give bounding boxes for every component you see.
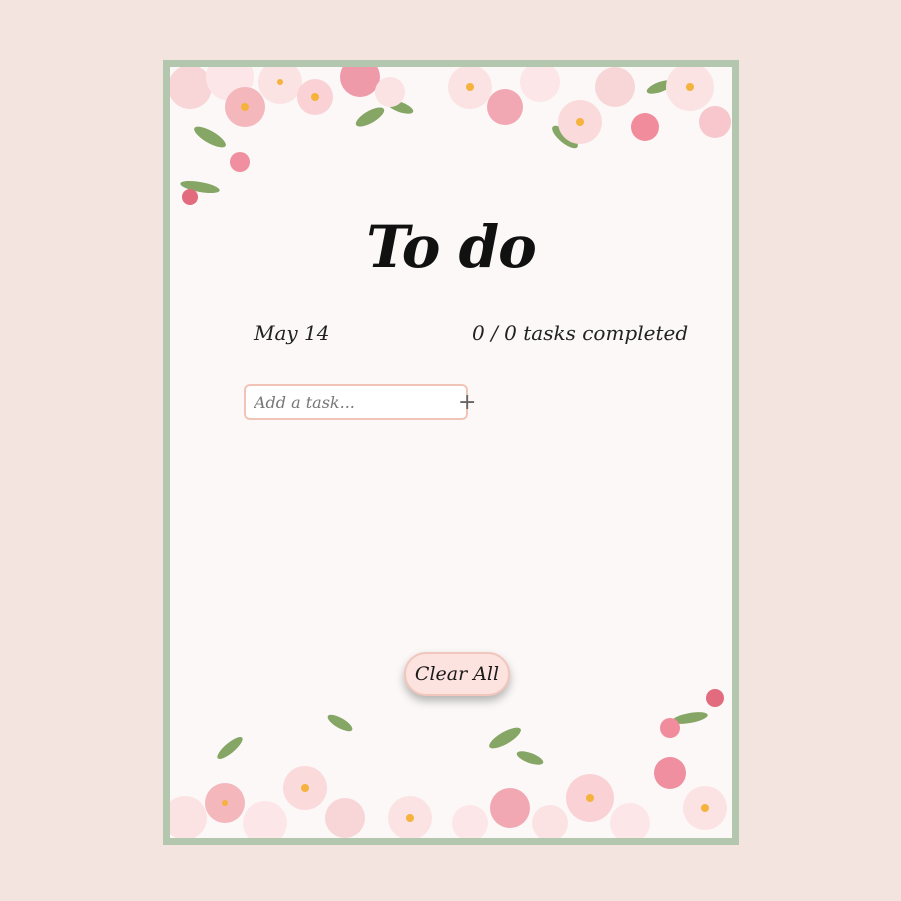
- todo-card: To do May 14 0 / 0 tasks completed + Cle…: [163, 60, 739, 845]
- current-date: May 14: [254, 321, 330, 345]
- clear-all-button[interactable]: Clear All: [404, 652, 510, 696]
- task-progress-text: 0 / 0 tasks completed: [472, 321, 689, 345]
- add-task-row: +: [244, 384, 476, 420]
- floral-border-bottom: [170, 689, 727, 838]
- floral-border-top: [170, 67, 731, 205]
- plus-icon[interactable]: +: [458, 386, 476, 418]
- page-title: To do: [366, 213, 537, 281]
- add-task-input[interactable]: [246, 386, 458, 418]
